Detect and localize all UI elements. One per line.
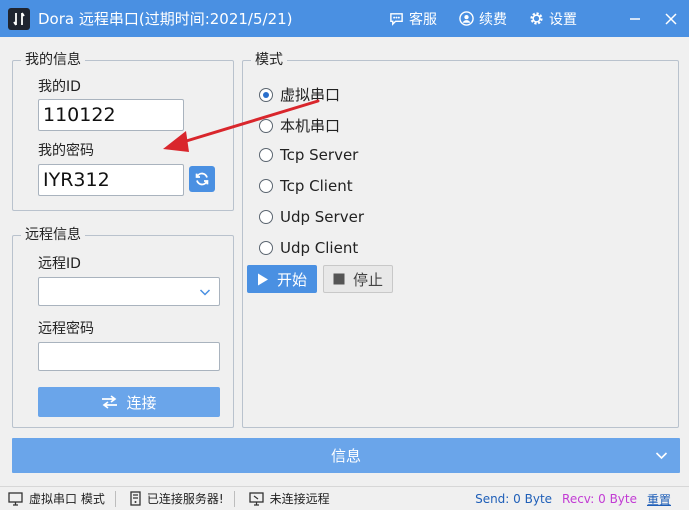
chevron-down-icon xyxy=(199,289,211,296)
mode-option-udp-client[interactable]: Udp Client xyxy=(259,239,358,257)
app-title: Dora 远程串口(过期时间:2021/5/21) xyxy=(38,10,293,28)
customer-service-label: 客服 xyxy=(409,11,437,28)
my-password-label: 我的密码 xyxy=(38,143,94,159)
mode-legend: 模式 xyxy=(251,51,287,69)
my-info-group: 我的信息 我的ID 110122 我的密码 IYR312 xyxy=(12,51,234,211)
radio-button[interactable] xyxy=(259,87,273,102)
mode-option-tcp-client[interactable]: Tcp Client xyxy=(259,177,353,195)
close-button[interactable] xyxy=(653,0,689,37)
remote-id-label: 远程ID xyxy=(38,256,81,272)
stop-label: 停止 xyxy=(352,270,383,289)
chat-icon xyxy=(390,13,403,26)
mode-option-virtual-port[interactable]: 虚拟串口 xyxy=(259,84,340,105)
status-remote-text: 未连接远程 xyxy=(269,492,330,506)
status-divider xyxy=(233,490,235,507)
remote-desktop-icon xyxy=(248,491,264,506)
info-panel-toggle[interactable]: 信息 xyxy=(12,438,680,473)
stop-icon xyxy=(333,273,345,285)
mode-group: 模式 虚拟串口 本机串口 Tcp Server Tcp Client Udp S… xyxy=(242,51,679,428)
send-counter: Send: 0 Byte xyxy=(475,492,553,506)
radio-button[interactable] xyxy=(259,148,273,162)
radio-button[interactable] xyxy=(259,179,273,193)
title-bar: Dora 远程串口(过期时间:2021/5/21) 客服 续费 设置 xyxy=(0,0,689,37)
my-id-field[interactable]: 110122 xyxy=(38,99,184,131)
server-icon xyxy=(130,491,141,506)
radio-button[interactable] xyxy=(259,241,273,255)
status-port-mode-text: 虚拟串口 模式 xyxy=(29,492,105,506)
mode-option-label: 虚拟串口 xyxy=(280,86,341,104)
user-icon xyxy=(459,11,474,26)
chevron-down-icon xyxy=(655,452,668,460)
my-info-legend: 我的信息 xyxy=(21,51,85,69)
remote-id-combobox[interactable] xyxy=(38,277,220,306)
status-port-mode: 虚拟串口 模式 xyxy=(0,490,105,507)
minimize-icon xyxy=(630,17,640,20)
status-server-text: 已连接服务器! xyxy=(146,492,224,506)
settings-label: 设置 xyxy=(549,11,577,28)
monitor-icon xyxy=(8,491,23,506)
remote-info-group: 远程信息 远程ID 远程密码 连接 xyxy=(12,226,234,428)
minimize-button[interactable] xyxy=(617,0,653,37)
radio-button[interactable] xyxy=(259,210,273,224)
remote-password-field[interactable] xyxy=(38,342,220,371)
settings-button[interactable]: 设置 xyxy=(529,0,577,37)
status-bar: 虚拟串口 模式 已连接服务器! 未连接远程 Send: 0 Byte Recv:… xyxy=(0,486,689,510)
my-id-label: 我的ID xyxy=(38,79,81,95)
gear-icon xyxy=(530,12,543,25)
start-label: 开始 xyxy=(276,270,307,289)
status-remote: 未连接远程 xyxy=(241,490,330,507)
info-label: 信息 xyxy=(330,447,361,465)
mode-option-tcp-server[interactable]: Tcp Server xyxy=(259,146,358,164)
connect-button[interactable]: 连接 xyxy=(38,387,220,417)
stop-button[interactable]: 停止 xyxy=(323,265,393,293)
mode-option-label: Tcp Client xyxy=(280,177,353,195)
refresh-password-button[interactable] xyxy=(189,166,215,192)
swap-icon xyxy=(102,395,118,409)
app-logo-icon xyxy=(8,7,30,30)
mode-option-local-port[interactable]: 本机串口 xyxy=(259,115,340,136)
my-password-field[interactable]: IYR312 xyxy=(38,164,184,196)
close-icon xyxy=(665,12,677,25)
connect-label: 连接 xyxy=(126,393,157,412)
mode-option-label: Tcp Server xyxy=(280,146,359,164)
remote-info-legend: 远程信息 xyxy=(21,226,85,244)
radio-button[interactable] xyxy=(259,118,273,133)
mode-option-label: 本机串口 xyxy=(280,117,341,135)
renew-button[interactable]: 续费 xyxy=(459,0,507,37)
start-button[interactable]: 开始 xyxy=(247,265,317,293)
renew-label: 续费 xyxy=(479,11,507,28)
mode-option-label: Udp Client xyxy=(280,239,359,257)
customer-service-button[interactable]: 客服 xyxy=(389,0,437,37)
play-icon xyxy=(257,273,268,285)
recv-counter: Recv: 0 Byte xyxy=(562,492,637,506)
mode-option-label: Udp Server xyxy=(280,208,364,226)
reset-counter-link[interactable]: 重置 xyxy=(647,491,671,508)
remote-password-label: 远程密码 xyxy=(38,321,94,337)
refresh-icon xyxy=(195,172,209,186)
status-server: 已连接服务器! xyxy=(122,490,224,507)
mode-option-udp-server[interactable]: Udp Server xyxy=(259,208,364,226)
status-divider xyxy=(114,490,116,507)
